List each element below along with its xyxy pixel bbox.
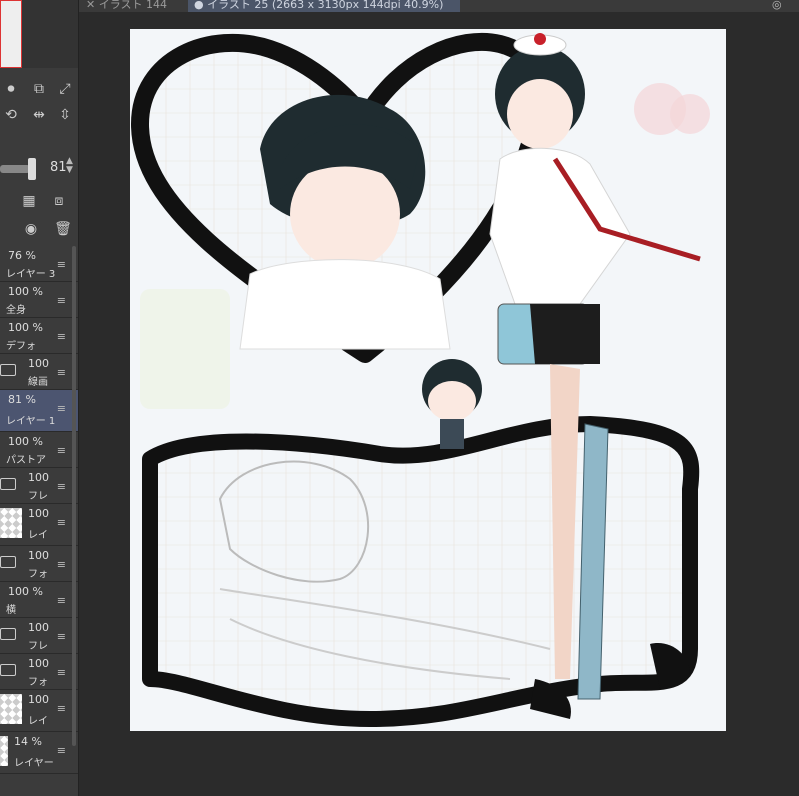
- artwork-illustration: [130, 29, 726, 731]
- layer-menu-icon[interactable]: ≡: [57, 444, 66, 457]
- layer-thumbnail: [0, 508, 22, 538]
- record-icon[interactable]: ⏺: [2, 80, 20, 98]
- tab-label: イラスト 25 (2663 x 3130px 144dpi 40.9%): [207, 0, 444, 11]
- folder-icon: [0, 478, 16, 490]
- navigator-thumbnail[interactable]: [0, 0, 22, 68]
- layer-menu-icon[interactable]: ≡: [57, 516, 66, 529]
- flip-vertical-icon[interactable]: ⇳: [56, 106, 74, 124]
- layer-menu-icon[interactable]: ≡: [57, 330, 66, 343]
- layer-menu-icon[interactable]: ≡: [57, 480, 66, 493]
- layer-menu-icon[interactable]: ≡: [57, 630, 66, 643]
- layer-name: レイ: [28, 530, 48, 541]
- layer-opacity: 14 %: [14, 735, 42, 748]
- opacity-slider-track[interactable]: [0, 165, 30, 173]
- layer-name: フォ: [28, 677, 48, 688]
- layer-opacity: 100 %: [8, 285, 43, 298]
- layer-name: 横: [6, 605, 16, 616]
- layer-opacity: 100: [28, 549, 49, 562]
- layer-name: フレ: [28, 641, 48, 652]
- tab-options-icon[interactable]: ◎: [772, 0, 792, 12]
- layer-name: レイヤー: [14, 758, 54, 769]
- layer-row[interactable]: 100 線画 ≡: [0, 354, 78, 390]
- rotate-icon[interactable]: ⟲: [2, 106, 20, 124]
- portrait-face: [290, 159, 400, 269]
- drink-decoration: [140, 289, 230, 409]
- layer-opacity: 100 %: [8, 435, 43, 448]
- fit-icon[interactable]: ⤢: [56, 80, 74, 98]
- layer-menu-icon[interactable]: ≡: [57, 702, 66, 715]
- folder-icon: [0, 364, 16, 376]
- layer-row[interactable]: 100 フレ ≡: [0, 618, 78, 654]
- layer-menu-icon[interactable]: ≡: [57, 594, 66, 607]
- wave-frame: [142, 416, 700, 727]
- delete-icon[interactable]: 🗑: [54, 220, 72, 238]
- document-tab-bar: ✕ イラスト 144 ● イラスト 25 (2663 x 3130px 144d…: [0, 0, 799, 12]
- layer-name: フレ: [28, 491, 48, 502]
- folder-icon: [0, 664, 16, 676]
- layer-menu-icon[interactable]: ≡: [57, 402, 66, 415]
- layer-scrollbar[interactable]: [72, 246, 76, 746]
- layer-row[interactable]: 100 % デフォ ≡: [0, 318, 78, 354]
- layer-name: レイヤー 3: [6, 269, 56, 280]
- layer-name: デフォ: [6, 341, 36, 352]
- layer-name: パストア: [6, 455, 46, 466]
- opacity-slider-knob[interactable]: [28, 158, 36, 180]
- layer-name: レイ: [28, 716, 48, 727]
- layer-menu-icon[interactable]: ≡: [57, 366, 66, 379]
- artwork-canvas[interactable]: [130, 29, 726, 731]
- layer-opacity: 100 %: [8, 321, 43, 334]
- layer-menu-icon[interactable]: ≡: [57, 294, 66, 307]
- opacity-value: 81: [50, 160, 67, 175]
- layer-row[interactable]: 100 フレ ≡: [0, 468, 78, 504]
- layer-menu-icon[interactable]: ≡: [57, 744, 66, 757]
- layer-thumbnail: [0, 736, 8, 766]
- navigator-strip: [22, 0, 78, 68]
- layer-thumbnail: [0, 694, 22, 724]
- folder-icon: [0, 556, 16, 568]
- layer-list: 76 % レイヤー 3 ≡ 100 % 全身 ≡ 100 % デフォ ≡ 100…: [0, 246, 78, 774]
- tab-illustration-25[interactable]: ● イラスト 25 (2663 x 3130px 144dpi 40.9%): [188, 0, 460, 12]
- layer-name: 全身: [6, 305, 26, 316]
- layer-row[interactable]: 76 % レイヤー 3 ≡: [0, 246, 78, 282]
- layer-name: レイヤー 1: [6, 416, 56, 427]
- layer-opacity: 100: [28, 657, 49, 670]
- resize-icon[interactable]: ⧉: [30, 80, 48, 98]
- layer-row[interactable]: 100 % 全身 ≡: [0, 282, 78, 318]
- layer-row[interactable]: 100 レイ ≡: [0, 504, 78, 546]
- folder-icon: [0, 628, 16, 640]
- tab-illustration-144[interactable]: ✕ イラスト 144: [80, 0, 190, 12]
- layer-opacity: 81 %: [8, 393, 36, 406]
- layer-menu-icon[interactable]: ≡: [57, 258, 66, 271]
- layer-name: 線画: [28, 377, 48, 388]
- record-layer-icon[interactable]: ◉: [22, 220, 40, 238]
- layer-row[interactable]: 100 レイ ≡: [0, 690, 78, 732]
- layer-row[interactable]: 100 フォ ≡: [0, 546, 78, 582]
- layer-opacity: 76 %: [8, 249, 36, 262]
- layer-effect-icon[interactable]: ⧈: [50, 192, 68, 210]
- tab-label: イラスト 144: [98, 0, 167, 11]
- flip-horizontal-icon[interactable]: ⇹: [30, 106, 48, 124]
- layer-opacity: 100: [28, 357, 49, 370]
- left-panel: ⏺ ⧉ ⤢ ⟲ ⇹ ⇳ 81 ▲ ▼ ▦ ⧈ ◉ 🗑 76 % レイヤー 3 ≡ …: [0, 0, 79, 796]
- layer-menu-icon[interactable]: ≡: [57, 558, 66, 571]
- layer-opacity: 100: [28, 471, 49, 484]
- layer-opacity: 100: [28, 507, 49, 520]
- opacity-stepper-icon[interactable]: ▲ ▼: [66, 157, 73, 175]
- layer-name: フォ: [28, 569, 48, 580]
- layer-row[interactable]: 14 % レイヤー ≡: [0, 732, 78, 774]
- layer-opacity: 100: [28, 621, 49, 634]
- layer-row[interactable]: 100 % パストア ≡: [0, 432, 78, 468]
- layer-opacity: 100 %: [8, 585, 43, 598]
- layer-menu-icon[interactable]: ≡: [57, 666, 66, 679]
- layer-opacity: 100: [28, 693, 49, 706]
- layer-row-selected[interactable]: 81 % レイヤー 1 ≡: [0, 390, 78, 432]
- layer-mask-icon[interactable]: ▦: [20, 192, 38, 210]
- layer-row[interactable]: 100 % 横 ≡: [0, 582, 78, 618]
- layer-row[interactable]: 100 フォ ≡: [0, 654, 78, 690]
